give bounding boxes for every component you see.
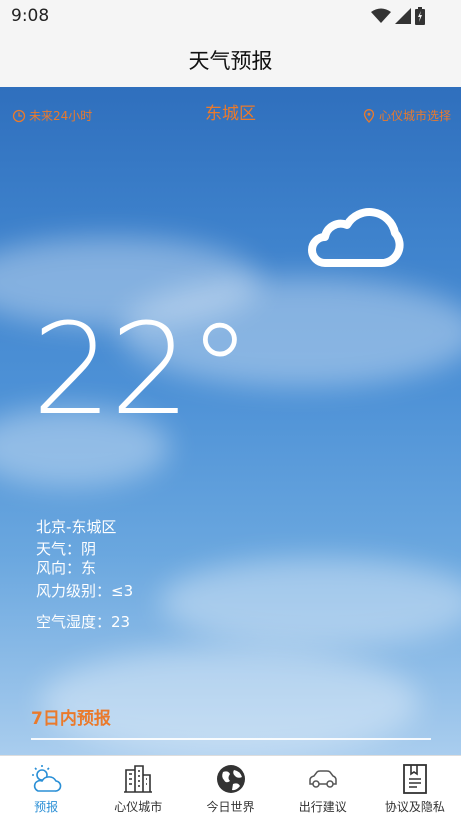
weather-forecast-icon (32, 765, 62, 792)
car-icon (308, 770, 337, 788)
document-icon (403, 764, 427, 794)
weather-panel: 未来24小时 东城区 心仪城市选择 22° 北京-东城区 天气：阴 风向：东 风… (0, 87, 461, 755)
city-buildings-icon (124, 765, 153, 793)
nav-label-world-today: 今日世界 (206, 800, 255, 814)
wind-direction-text: 风向：东 (36, 559, 97, 577)
nav-label-favorite-cities: 心仪城市 (114, 800, 163, 814)
humidity-text: 空气湿度：23 (36, 613, 131, 631)
status-time: 9:08 (11, 6, 50, 26)
nav-label-terms-privacy: 协议及隐私 (384, 800, 445, 814)
app-header: 天气预报 (0, 32, 461, 87)
nav-tab-travel-advice[interactable]: 出行建议 (277, 756, 369, 820)
nav-label-forecast: 预报 (34, 800, 59, 814)
forecast-divider (31, 738, 431, 740)
nav-tab-terms-privacy[interactable]: 协议及隐私 (369, 756, 461, 820)
status-icons (371, 7, 425, 25)
globe-icon (216, 765, 245, 793)
nav-tab-favorite-cities[interactable]: 心仪城市 (92, 756, 184, 820)
nav-tab-world-today[interactable]: 今日世界 (184, 756, 276, 820)
status-bar: 9:08 (0, 0, 461, 32)
wifi-icon (371, 8, 391, 23)
current-temperature: 22° (32, 296, 251, 443)
cloud-wisp (160, 557, 461, 647)
forecast-title: 7日内预报 (31, 709, 111, 729)
signal-icon (395, 8, 411, 24)
cloud-icon (308, 208, 404, 267)
weather-condition-text: 天气：阴 (36, 540, 97, 558)
bottom-nav: 预报 心仪城市 今日世界 出行建议 协议及隐私 (0, 755, 461, 820)
location-text: 北京-东城区 (36, 518, 117, 536)
city-select-link[interactable]: 心仪城市选择 (362, 107, 451, 124)
page-title: 天气预报 (188, 49, 273, 73)
city-select-label: 心仪城市选择 (378, 109, 451, 123)
battery-icon (415, 7, 425, 25)
nav-label-travel-advice: 出行建议 (298, 800, 347, 814)
location-pin-icon (363, 108, 375, 123)
wind-level-text: 风力级别：≤3 (36, 582, 134, 600)
nav-tab-forecast[interactable]: 预报 (0, 756, 92, 820)
